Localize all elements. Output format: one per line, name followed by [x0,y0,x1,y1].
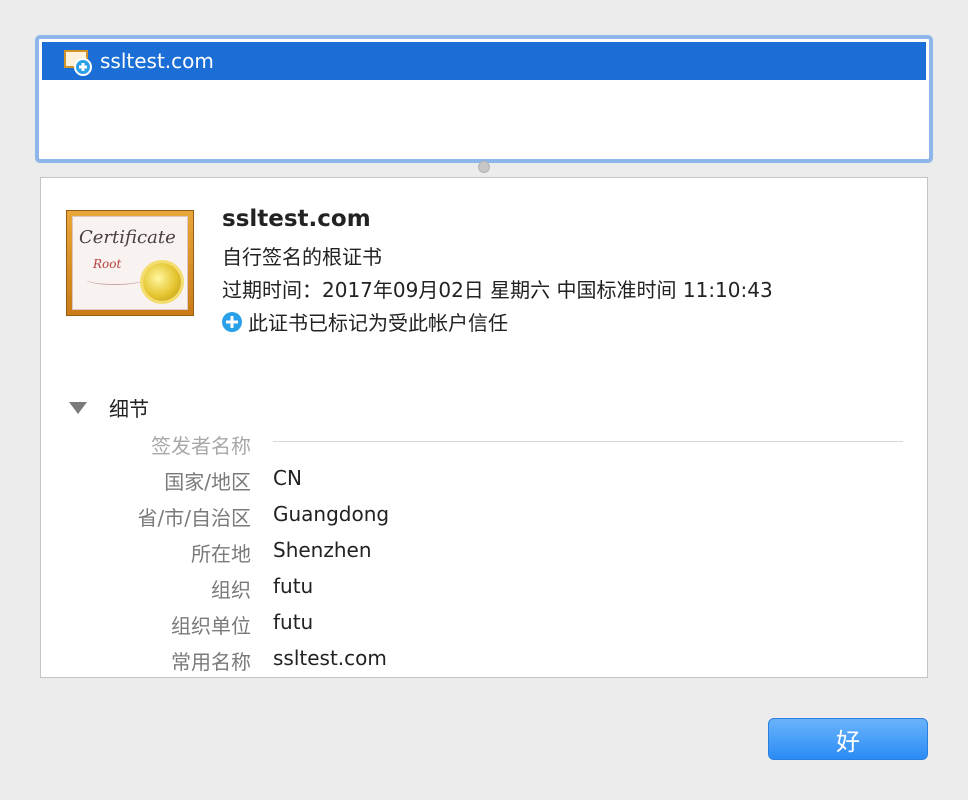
certificate-name: ssltest.com [222,206,371,232]
details-label: 细节 [109,397,149,421]
certificate-list[interactable]: ssltest.com [35,35,933,163]
field-value: futu [273,574,314,598]
ok-button[interactable]: 好 [768,718,928,760]
field-key: 组织 [211,578,251,602]
issuer-section-title: 签发者名称 [151,434,251,458]
field-row: 国家/地区 CN [41,466,901,496]
field-row: 省/市/自治区 Guangdong [41,502,901,532]
pane-splitter-handle[interactable] [478,161,490,173]
field-key: 国家/地区 [164,470,251,494]
field-value: Guangdong [273,502,390,526]
field-key: 省/市/自治区 [137,506,251,530]
details-disclosure[interactable]: 细节 [69,393,149,422]
field-value: futu [273,610,314,634]
field-key: 常用名称 [171,650,251,674]
field-key: 组织单位 [171,614,251,638]
field-key: 所在地 [191,542,251,566]
section-divider [273,441,903,442]
field-value: CN [273,466,302,490]
field-value: Shenzhen [273,538,372,562]
field-row: 组织 futu [41,574,901,604]
field-value: ssltest.com [273,646,387,670]
field-row: 所在地 Shenzhen [41,538,901,568]
certificate-add-icon [64,50,92,76]
certificate-icon: Certificate Root [66,210,194,316]
field-row: 组织单位 futu [41,610,901,640]
trust-plus-icon [222,311,242,332]
certificate-type: 自行签名的根证书 [222,245,382,269]
certificate-list-item-label: ssltest.com [100,49,214,73]
trust-status: 此证书已标记为受此帐户信任 [222,307,508,336]
trust-status-label: 此证书已标记为受此帐户信任 [248,311,508,335]
certificate-list-item[interactable]: ssltest.com [42,42,926,80]
field-row: 常用名称 ssltest.com [41,646,901,676]
seal-icon [143,263,181,301]
disclosure-triangle-icon[interactable] [69,401,87,414]
certificate-detail-pane[interactable]: Certificate Root ssltest.com 自行签名的根证书 过期… [40,177,928,678]
certificate-expiry: 过期时间：2017年09月02日 星期六 中国标准时间 11:10:43 [222,278,773,302]
